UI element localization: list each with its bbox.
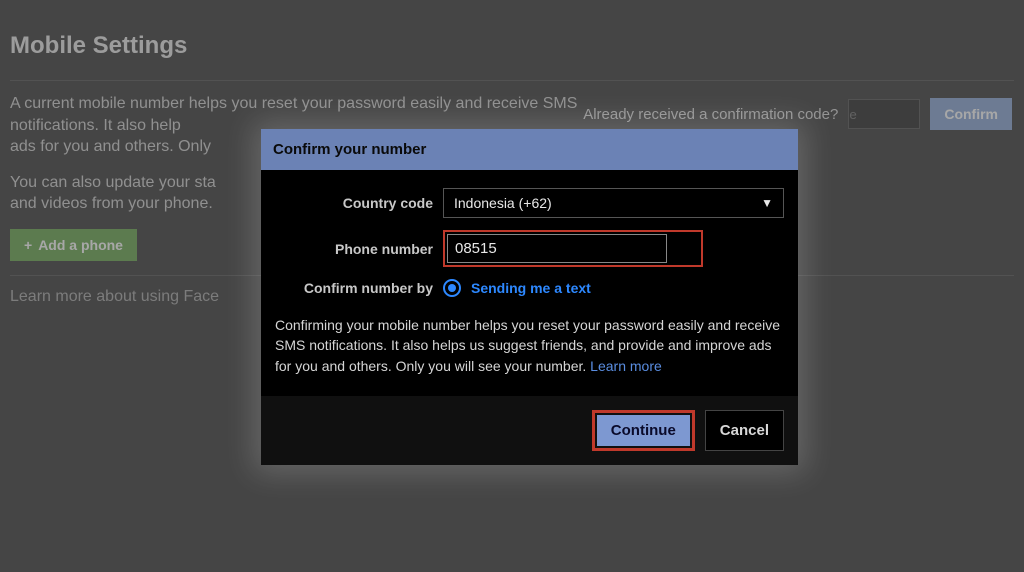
phone-number-row: Phone number — [275, 230, 784, 267]
confirm-by-label: Confirm number by — [275, 280, 443, 296]
chevron-down-icon: ▼ — [761, 196, 773, 210]
cancel-button[interactable]: Cancel — [705, 410, 784, 451]
confirm-by-row: Confirm number by Sending me a text — [275, 279, 784, 297]
country-code-row: Country code Indonesia (+62) ▼ — [275, 188, 784, 218]
radio-option-text[interactable]: Sending me a text — [443, 279, 591, 297]
continue-button[interactable]: Continue — [597, 415, 690, 446]
confirm-number-modal: Confirm your number Country code Indones… — [261, 129, 798, 465]
country-code-label: Country code — [275, 195, 443, 211]
modal-body: Country code Indonesia (+62) ▼ Phone num… — [261, 170, 798, 396]
radio-label: Sending me a text — [471, 280, 591, 296]
phone-highlight-box — [443, 230, 703, 267]
phone-number-input[interactable] — [447, 234, 667, 263]
modal-description: Confirming your mobile number helps you … — [275, 315, 784, 376]
phone-number-label: Phone number — [275, 241, 443, 257]
country-code-value: Indonesia (+62) — [454, 195, 552, 211]
modal-footer: Continue Cancel — [261, 396, 798, 465]
modal-description-text: Confirming your mobile number helps you … — [275, 317, 780, 374]
learn-more-link[interactable]: Learn more — [590, 358, 662, 374]
modal-title: Confirm your number — [261, 129, 798, 170]
radio-icon — [443, 279, 461, 297]
modal-backdrop: Confirm your number Country code Indones… — [0, 0, 1024, 572]
continue-highlight-box: Continue — [592, 410, 695, 451]
country-code-select[interactable]: Indonesia (+62) ▼ — [443, 188, 784, 218]
